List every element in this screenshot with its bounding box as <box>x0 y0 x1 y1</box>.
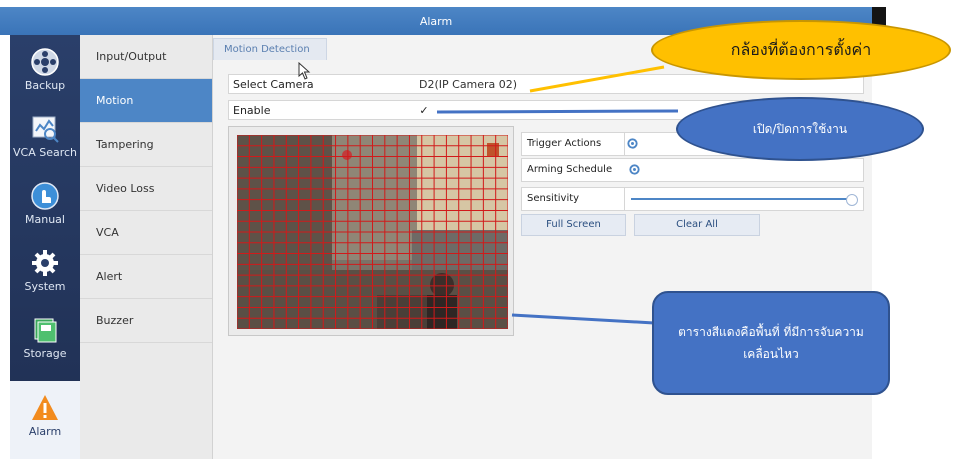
grid-callout: ตารางสีแดงคือพื้นที่ ที่มีการจับความเคลื… <box>652 291 890 395</box>
grid-callout-pointer <box>511 313 655 325</box>
grid-callout-text: ตารางสีแดงคือพื้นที่ ที่มีการจับความเคลื… <box>678 325 864 361</box>
enable-callout-pointer <box>436 109 679 114</box>
camera-callout-text: กล้องที่ต้องการตั้งค่า <box>730 39 872 59</box>
camera-callout-pointer <box>529 65 665 93</box>
enable-callout-text: เปิด/ปิดการใช้งาน <box>752 121 848 136</box>
app-window: Alarm Backup VCA Search Manual System St… <box>0 0 955 459</box>
camera-callout: กล้องที่ต้องการตั้งค่า <box>651 20 951 80</box>
enable-callout: เปิด/ปิดการใช้งาน <box>676 97 924 161</box>
